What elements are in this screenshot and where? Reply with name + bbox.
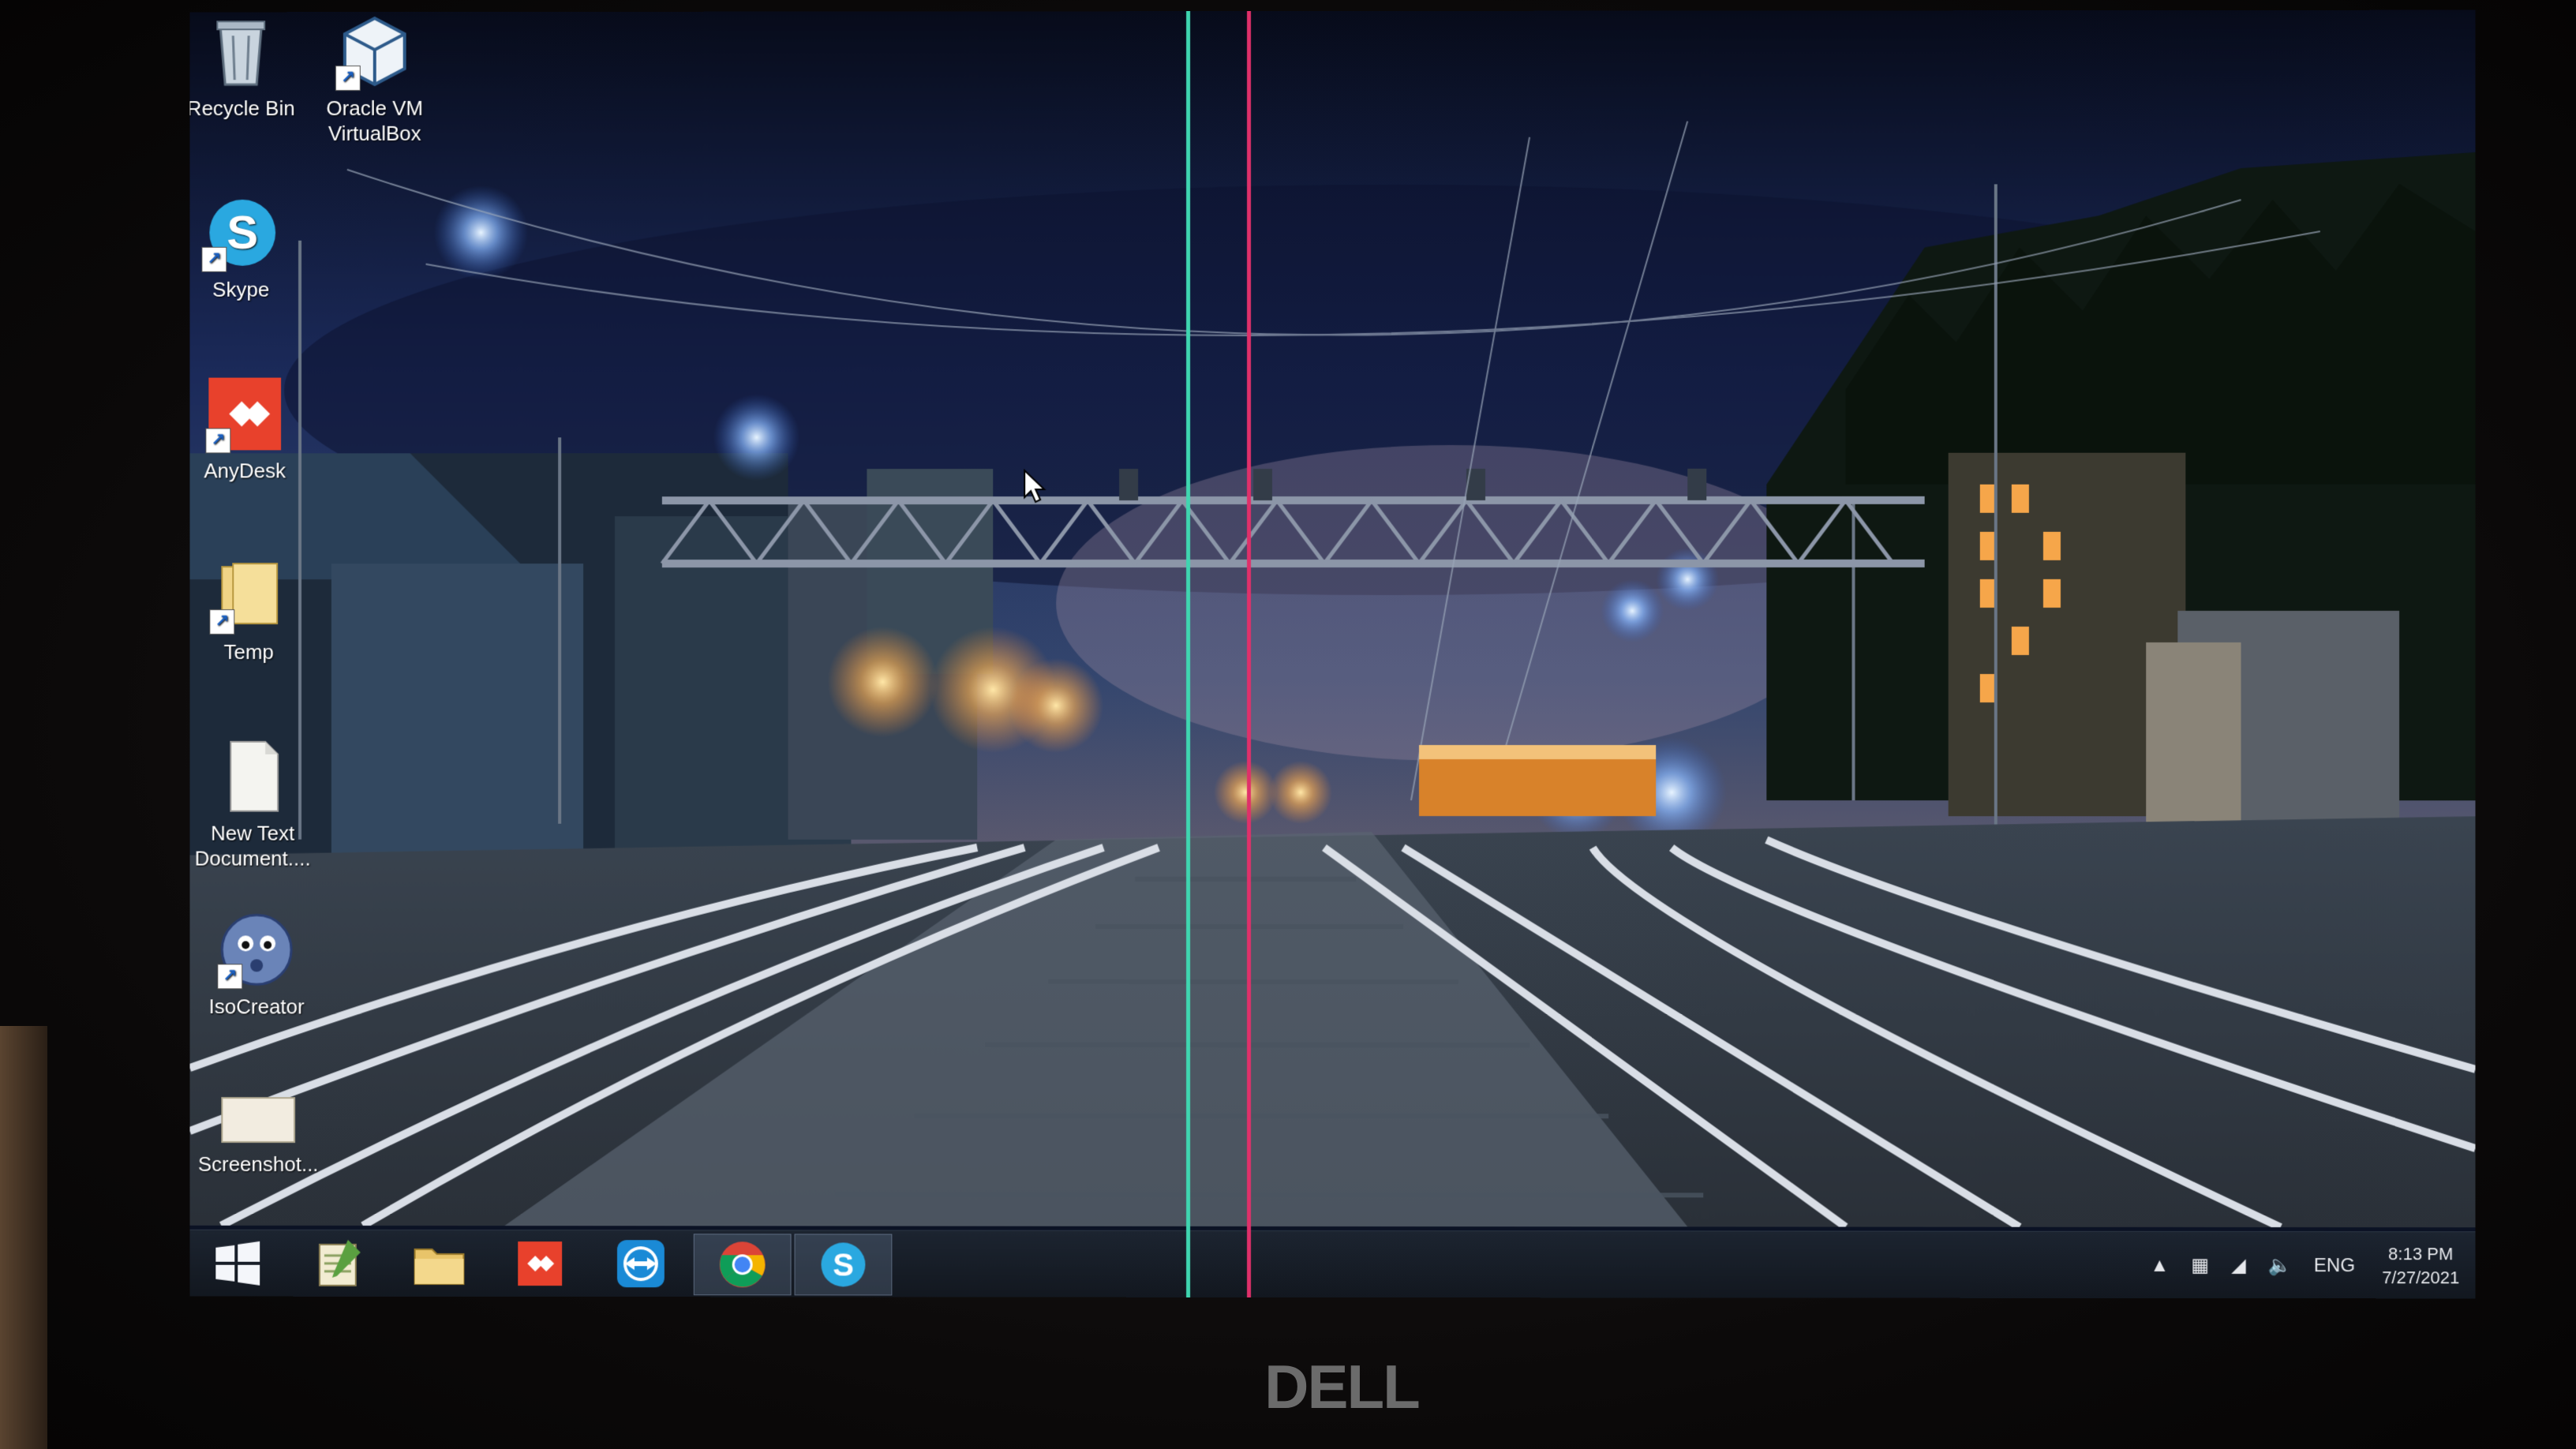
laptop-screen: Recycle Bin ↗ Oracle VM VirtualBox S ↗ S… [189,9,2476,1299]
desktop-icon-label: New Text Document.... [194,821,311,871]
desktop-icon-new-text-document[interactable]: New Text Document.... [189,737,327,871]
desk-surface [0,1026,47,1449]
network-status-icon[interactable]: ▦ [2191,1254,2209,1277]
show-hidden-icons-chevron-icon[interactable]: ▲ [2151,1254,2170,1276]
desktop-icon-virtualbox[interactable]: ↗ Oracle VM VirtualBox [300,12,449,146]
desktop-icon-screenshot[interactable]: Screenshot... [189,1091,332,1177]
clock-time: 8:13 PM [2388,1243,2454,1264]
svg-text:S: S [227,206,258,259]
skype-icon: S ↗ [201,193,280,272]
mouse-cursor-icon [1024,469,1047,504]
taskbar-chrome[interactable] [693,1234,792,1296]
volume-icon[interactable]: 🔈 [2268,1254,2292,1277]
taskbar-teamviewer[interactable] [593,1234,689,1294]
taskbar-notepad[interactable] [290,1234,387,1294]
teamviewer-icon [616,1240,665,1288]
skype-icon: S [821,1242,866,1287]
desktop-icon-recycle-bin[interactable]: Recycle Bin [189,12,315,121]
folder-icon [412,1240,467,1287]
display-artifact-green-line [1186,11,1191,1297]
notepad-icon [313,1239,361,1289]
anydesk-icon: ↗ [205,375,284,454]
taskbar-anydesk[interactable] [492,1234,588,1294]
shortcut-arrow-icon: ↗ [205,428,231,454]
desktop-icon-label: Temp [223,640,274,664]
clock-date: 7/27/2021 [2382,1267,2460,1287]
signal-strength-icon[interactable]: ◢ [2231,1254,2246,1277]
taskbar-file-explorer[interactable] [391,1234,488,1294]
shortcut-arrow-icon: ↗ [201,246,227,272]
desktop-icon-label: Skype [212,277,270,301]
desktop-icon-label: Screenshot... [197,1151,319,1177]
shortcut-arrow-icon: ↗ [209,609,235,635]
desktop-icon-label: Recycle Bin [189,96,295,121]
chrome-icon [719,1241,766,1288]
taskbar-skype[interactable]: S [794,1234,893,1296]
desktop-icon-label: IsoCreator [208,994,305,1019]
shortcut-arrow-icon: ↗ [217,964,243,990]
taskbar: S ▲ ▦ ◢ 🔈 ENG 8:13 PM 7/27/2021 [189,1229,2476,1299]
desktop-icon-isocreator[interactable]: ↗ IsoCreator [189,910,331,1019]
desktop-icon-label: Oracle VM VirtualBox [326,95,423,145]
windows-start-icon [215,1241,260,1286]
clock[interactable]: 8:13 PM 7/27/2021 [2382,1242,2459,1290]
virtualbox-icon: ↗ [335,12,414,92]
text-document-icon [213,737,292,816]
display-artifact-red-line [1247,11,1252,1297]
anydesk-icon [518,1241,563,1286]
desktop-icon-temp[interactable]: ↗ Temp [189,556,323,665]
desktop-icon-anydesk[interactable]: ↗ AnyDesk [189,375,319,484]
screenshot-file-icon [219,1091,298,1147]
shortcut-arrow-icon: ↗ [335,66,361,92]
dell-logo: DELL [1264,1352,1421,1421]
system-tray: ▲ ▦ ◢ 🔈 ENG 8:13 PM 7/27/2021 [2139,1232,2460,1299]
start-button[interactable] [189,1234,286,1294]
desktop-wallpaper [189,9,2476,1228]
svg-text:S: S [833,1248,854,1282]
desktop-icon-skype[interactable]: S ↗ Skype [189,193,315,302]
isocreator-icon: ↗ [217,910,296,989]
language-indicator[interactable]: ENG [2314,1255,2355,1277]
desktop-icon-label: AnyDesk [204,459,286,483]
folder-icon: ↗ [209,556,288,635]
recycle-bin-icon [201,12,280,91]
